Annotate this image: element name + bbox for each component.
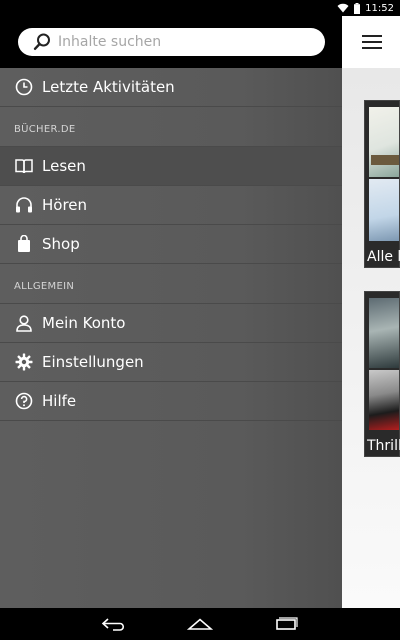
search-input[interactable] [58, 34, 308, 50]
menu-item-label: Lesen [42, 157, 86, 175]
navigation-bar [0, 608, 400, 640]
clock-icon [14, 77, 34, 97]
navigation-drawer: Letzte Aktivitäten BÜCHER.DE Lesen Hören [0, 16, 342, 608]
drawer-header [0, 16, 342, 68]
menu-item-recent[interactable]: Letzte Aktivitäten [0, 68, 342, 107]
battery-icon [354, 2, 361, 14]
book-cover [369, 370, 399, 430]
menu-item-lesen[interactable]: Lesen [0, 147, 342, 186]
menu-item-einstellungen[interactable]: Einstellungen [0, 343, 342, 382]
drawer-menu: Letzte Aktivitäten BÜCHER.DE Lesen Hören [0, 68, 342, 421]
menu-item-label: Hilfe [42, 392, 77, 410]
menu-icon[interactable] [362, 35, 382, 49]
app-bar [342, 16, 400, 68]
headphones-icon [14, 195, 34, 215]
menu-item-label: Mein Konto [42, 314, 126, 332]
menu-item-label: Shop [42, 235, 80, 253]
book-cover [369, 107, 399, 177]
help-circle-icon [14, 391, 34, 411]
menu-item-mein-konto[interactable]: Mein Konto [0, 304, 342, 343]
section-header-buecher: BÜCHER.DE [0, 107, 342, 147]
status-bar: 11:52 [0, 0, 400, 16]
menu-item-hilfe[interactable]: Hilfe [0, 382, 342, 421]
gear-icon [14, 352, 34, 372]
shopping-bag-icon [14, 234, 34, 254]
back-icon[interactable] [101, 616, 127, 632]
menu-item-label: Einstellungen [42, 353, 144, 371]
menu-item-label: Letzte Aktivitäten [42, 78, 175, 96]
search-box[interactable] [18, 28, 325, 56]
shelf-card-label: Alle l [367, 249, 400, 265]
person-icon [14, 313, 34, 333]
book-cover [369, 179, 399, 241]
wifi-icon [337, 3, 349, 13]
book-open-icon [14, 156, 34, 176]
menu-item-shop[interactable]: Shop [0, 225, 342, 264]
menu-item-label: Hören [42, 196, 88, 214]
menu-item-hoeren[interactable]: Hören [0, 186, 342, 225]
shelf-card-label: Thrill [367, 438, 400, 454]
main-content: Alle l Thrill [342, 16, 400, 608]
recents-icon[interactable] [273, 616, 299, 632]
shelf-card-all[interactable]: Alle l [364, 100, 400, 268]
book-cover [369, 298, 399, 368]
shelf-card-thriller[interactable]: Thrill [364, 291, 400, 457]
section-header-allgemein: ALLGEMEIN [0, 264, 342, 304]
search-icon [32, 32, 52, 52]
status-time: 11:52 [365, 2, 394, 14]
home-icon[interactable] [187, 616, 213, 632]
